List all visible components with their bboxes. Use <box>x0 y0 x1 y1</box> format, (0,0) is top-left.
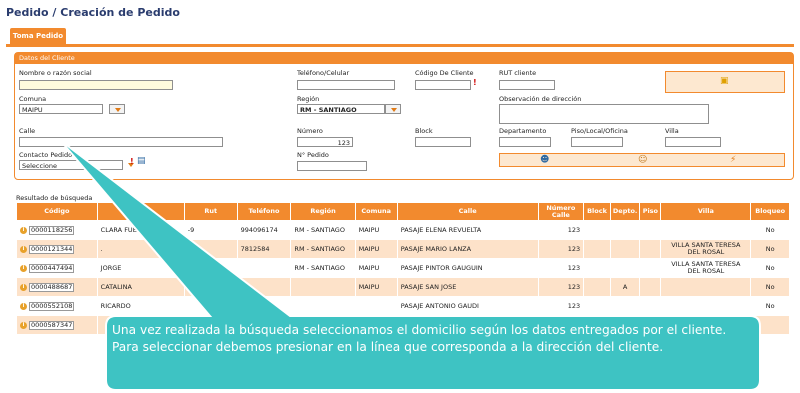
callout-text: Una vez realizada la búsqueda selecciona… <box>112 323 727 354</box>
